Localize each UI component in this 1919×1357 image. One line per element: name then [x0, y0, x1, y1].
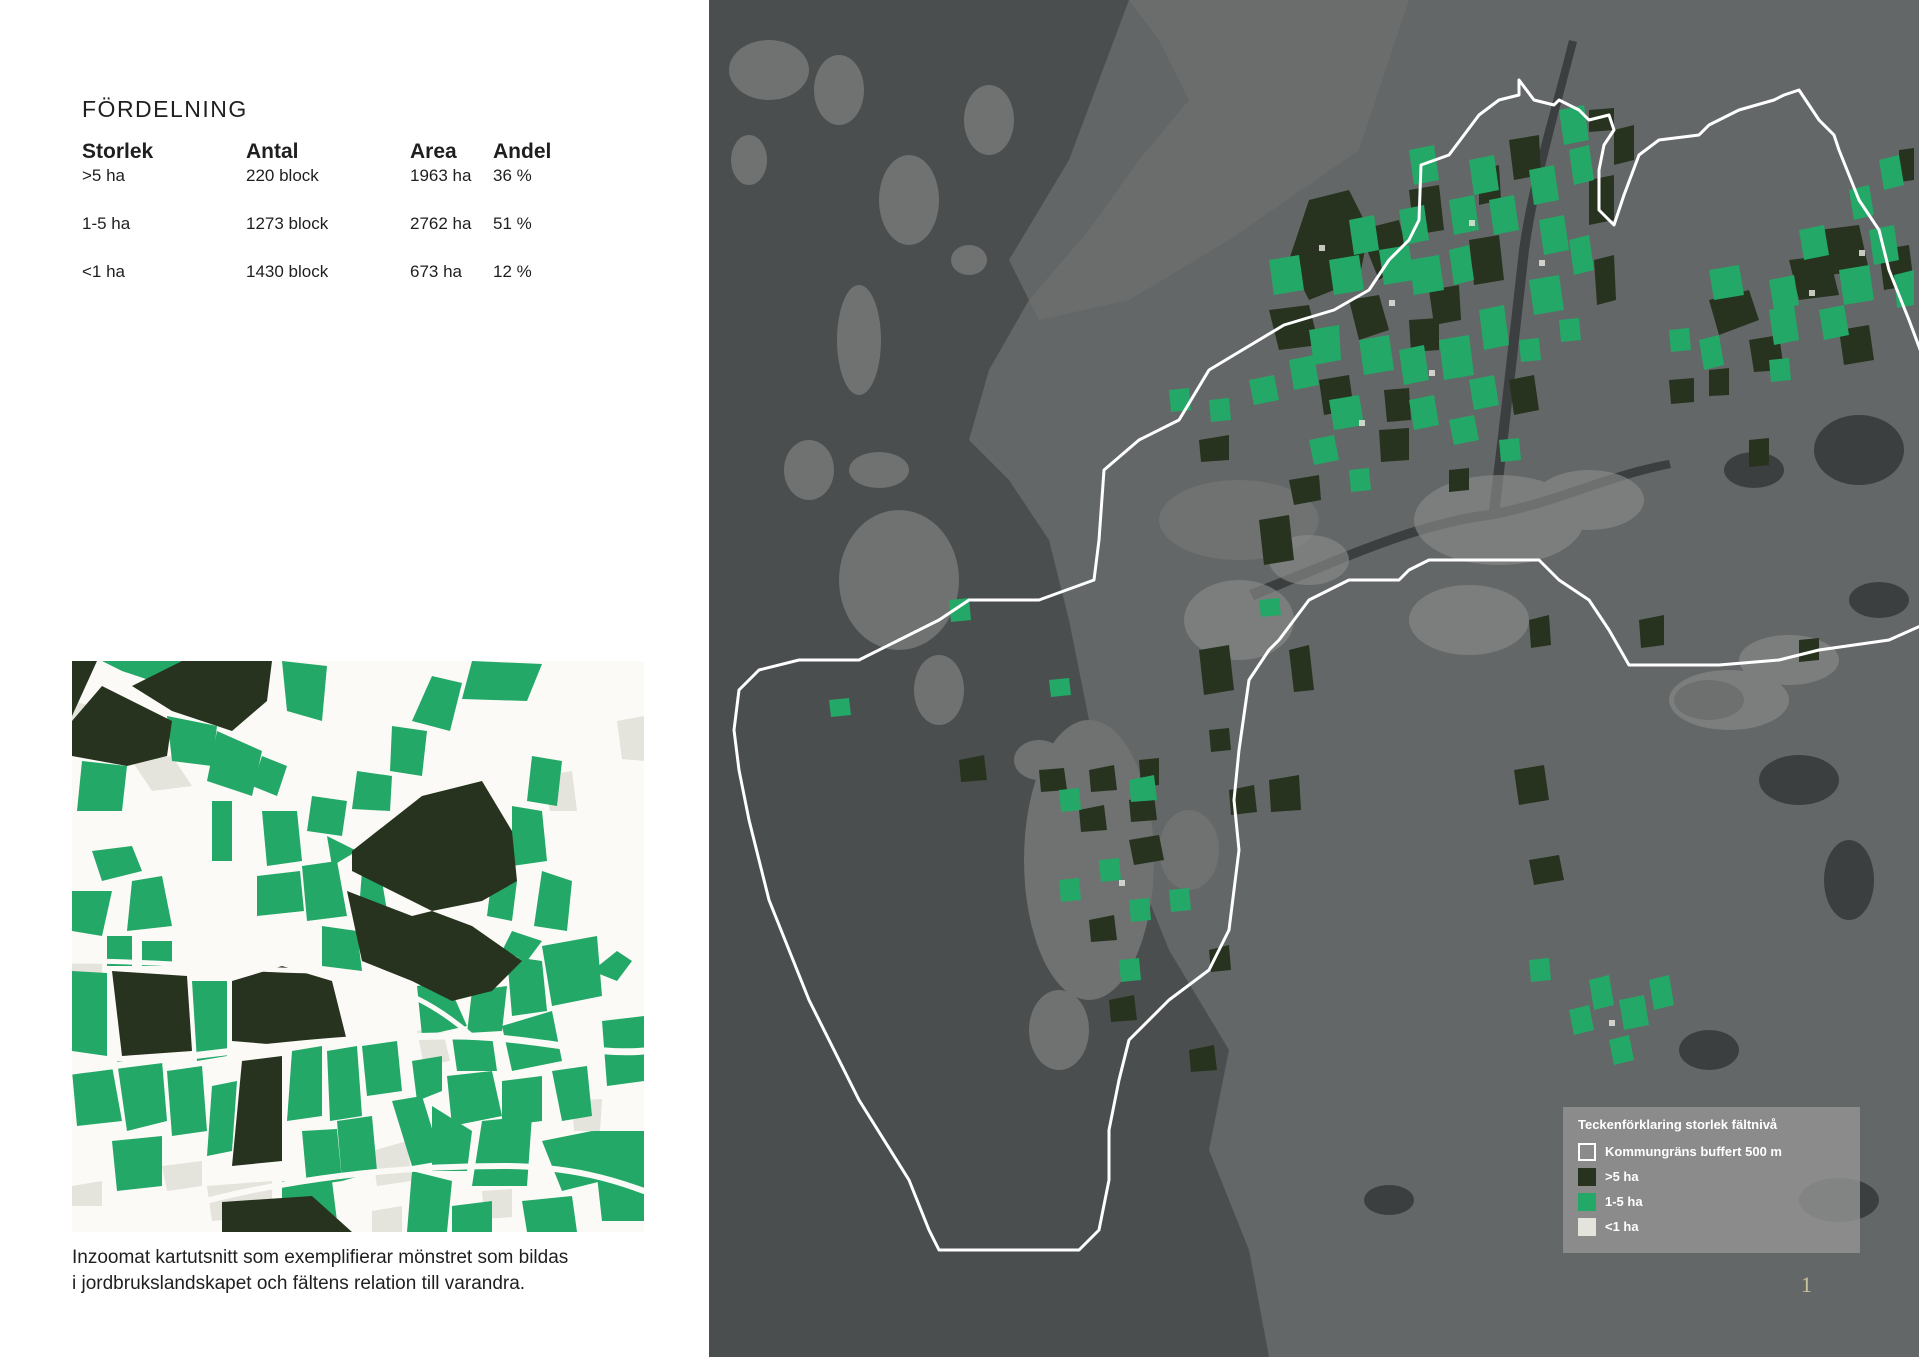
map-caption: Inzoomat kartutsnitt som exemplifierar m… — [72, 1245, 672, 1297]
cell-size: >5 ha — [82, 166, 126, 185]
left-page: FÖRDELNING Storlek >5 ha 1-5 ha <1 ha An… — [0, 0, 709, 1357]
cell-size: 1-5 ha — [82, 214, 131, 233]
cell-area: 673 ha — [410, 262, 462, 281]
caption-line-2: i jordbrukslandskapet och fältens relati… — [72, 1273, 526, 1294]
cell-count: 1273 block — [246, 214, 329, 233]
cell-area: 2762 ha — [410, 214, 472, 233]
cell-share: 51 % — [493, 214, 532, 233]
header-area: Area — [410, 140, 457, 163]
header-share: Andel — [493, 140, 552, 163]
small-field-swatch-icon — [1578, 1218, 1596, 1236]
distribution-title: FÖRDELNING — [82, 96, 248, 122]
page-number: 1 — [1801, 1272, 1812, 1297]
map-legend: Teckenförklaring storlek fältnivå Kommun… — [1563, 1107, 1860, 1253]
header-size: Storlek — [82, 140, 154, 163]
large-field-swatch-icon — [1578, 1168, 1596, 1186]
cell-share: 36 % — [493, 166, 532, 185]
legend-label: <1 ha — [1605, 1219, 1639, 1234]
header-count: Antal — [246, 140, 299, 163]
legend-label: >5 ha — [1605, 1169, 1639, 1184]
cell-count: 1430 block — [246, 262, 329, 281]
legend-title: Teckenförklaring storlek fältnivå — [1578, 1117, 1778, 1132]
boundary-swatch-icon — [1578, 1143, 1596, 1161]
cell-area: 1963 ha — [410, 166, 472, 185]
cell-share: 12 % — [493, 262, 532, 281]
legend-label: Kommungräns buffert 500 m — [1605, 1144, 1782, 1159]
caption-line-1: Inzoomat kartutsnitt som exemplifierar m… — [72, 1247, 569, 1268]
zoomed-field-map — [72, 661, 644, 1232]
cell-count: 220 block — [246, 166, 319, 185]
medium-field-swatch-icon — [1578, 1193, 1596, 1211]
zoomed-field-map-graphic — [72, 661, 644, 1232]
cell-size: <1 ha — [82, 262, 126, 281]
legend-label: 1-5 ha — [1605, 1194, 1643, 1209]
